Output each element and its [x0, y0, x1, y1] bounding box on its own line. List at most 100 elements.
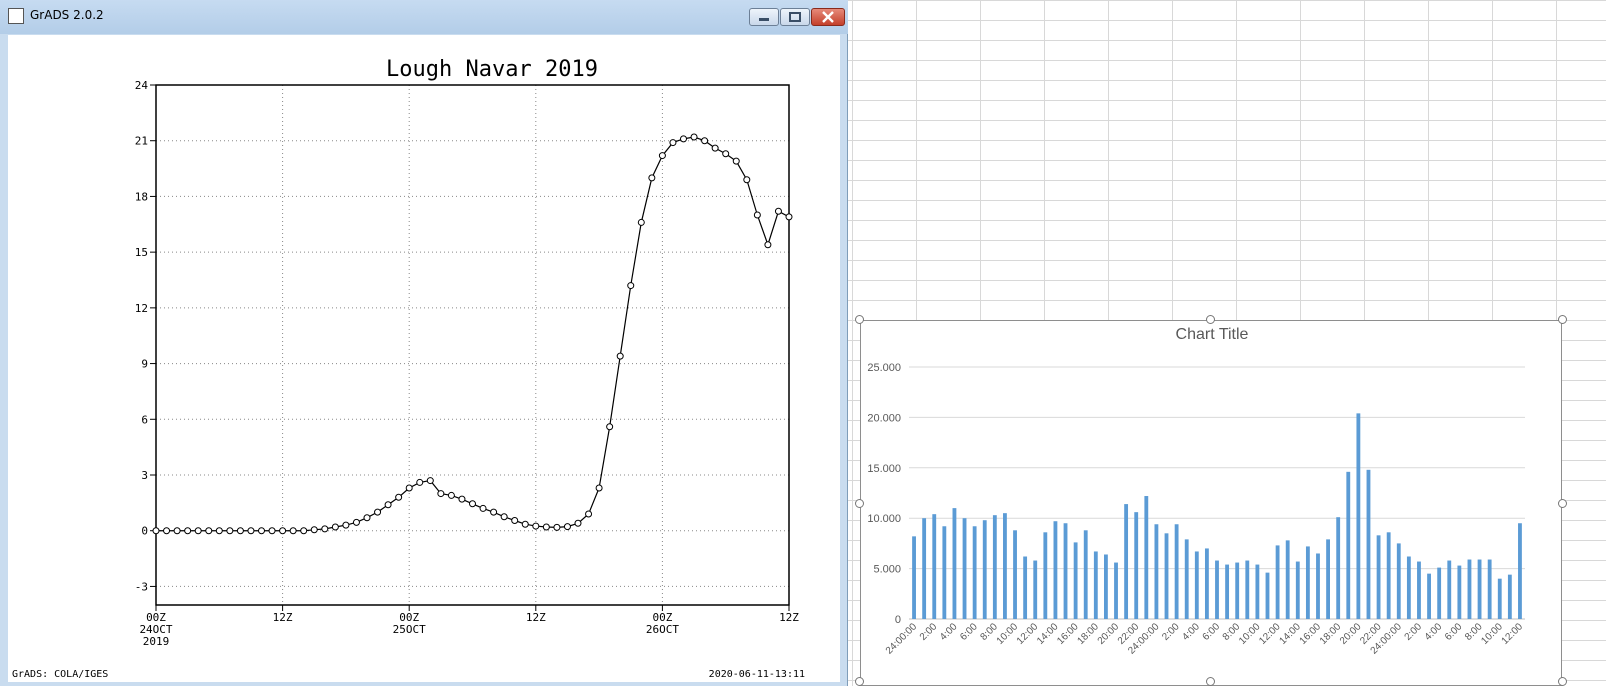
excel-bar	[1204, 548, 1209, 619]
excel-bar	[1245, 560, 1250, 619]
grads-data-point	[184, 527, 192, 535]
maximize-button[interactable]	[780, 8, 810, 26]
excel-x-tick-label: 18:00	[1075, 621, 1101, 647]
grads-data-point	[542, 523, 550, 531]
grads-data-point	[490, 508, 498, 516]
excel-bar	[1103, 554, 1108, 619]
grads-data-point	[669, 139, 677, 147]
grads-data-point	[648, 174, 656, 182]
excel-bar	[1154, 524, 1159, 619]
grads-data-point	[247, 527, 255, 535]
excel-x-tick-label: 2:00	[1403, 621, 1425, 643]
excel-x-tick-label: 14:00	[1035, 621, 1061, 647]
grads-title-bar[interactable]: GrADS 2.0.2	[0, 0, 848, 34]
excel-bar	[1114, 562, 1118, 619]
excel-bar	[942, 526, 947, 619]
grads-data-point	[690, 133, 698, 141]
excel-bar	[1396, 543, 1401, 619]
excel-x-tick-label: 12:00	[1015, 621, 1041, 647]
excel-bar	[1023, 556, 1028, 619]
grads-data-point	[194, 527, 202, 535]
grads-data-point	[236, 527, 244, 535]
excel-bar	[1093, 551, 1098, 619]
grads-data-point	[637, 218, 645, 226]
grads-data-point	[416, 478, 424, 486]
excel-x-tick-label: 4:00	[938, 621, 960, 643]
grads-line-chart: Lough Navar 2019 -30369121518212400Z24OC…	[12, 57, 805, 680]
excel-x-tick-label: 10:00	[995, 621, 1021, 647]
grads-x-tick-label: 12Z	[779, 611, 799, 624]
excel-bar	[1043, 532, 1048, 619]
excel-bar	[1477, 559, 1482, 619]
excel-bar	[972, 526, 977, 619]
excel-bar	[952, 508, 957, 619]
grads-data-point	[321, 525, 329, 533]
excel-y-tick-label: 5.000	[873, 564, 901, 576]
excel-x-tick-label: 6:00	[1443, 621, 1465, 643]
grads-footer-right: 2020-06-11-13:11	[709, 669, 805, 680]
grads-y-tick-label: 3	[141, 469, 148, 482]
excel-y-tick-label: 10.000	[867, 513, 901, 525]
excel-bar	[1406, 556, 1411, 619]
chart-resize-handle[interactable]	[1558, 677, 1567, 686]
grads-y-tick-label: -3	[135, 580, 148, 593]
excel-bar	[1164, 533, 1169, 619]
chart-resize-handle[interactable]	[855, 315, 864, 324]
excel-bar	[1356, 413, 1361, 619]
close-button[interactable]	[811, 8, 845, 26]
excel-x-tick-label: 6:00	[1201, 621, 1223, 643]
grads-y-tick-label: 21	[135, 135, 148, 148]
chart-resize-handle[interactable]	[1558, 315, 1567, 324]
excel-bar	[1073, 542, 1078, 619]
grads-data-point	[616, 352, 624, 360]
excel-bar	[1033, 560, 1038, 619]
excel-bar	[1437, 567, 1442, 619]
excel-bar	[1316, 553, 1320, 619]
excel-bar	[1487, 559, 1492, 619]
excel-bar	[982, 520, 987, 619]
chart-resize-handle[interactable]	[1206, 677, 1215, 686]
excel-bar	[1255, 564, 1260, 619]
grads-y-tick-label: 6	[141, 413, 148, 426]
excel-bar	[1376, 535, 1381, 619]
excel-x-tick-label: 24:00:00	[884, 621, 920, 657]
grads-data-point	[447, 491, 455, 499]
excel-bar	[1063, 523, 1068, 619]
excel-chart[interactable]: Chart Title 0 5.000 10.000 15.000 20.000 25.0…	[860, 320, 1562, 686]
excel-bar	[1326, 539, 1331, 619]
grads-data-point	[701, 137, 709, 145]
excel-x-tick-label: 16:00	[1055, 621, 1081, 647]
grads-y-tick-label: 24	[135, 79, 149, 92]
grads-data-point	[395, 493, 403, 501]
chart-resize-handle[interactable]	[1206, 315, 1215, 324]
grads-data-point	[511, 517, 519, 524]
excel-x-tick-label: 2:00	[918, 621, 940, 643]
grads-data-point	[658, 152, 666, 160]
grads-data-point	[479, 504, 487, 512]
chart-resize-handle[interactable]	[855, 677, 864, 686]
grads-data-point	[173, 527, 181, 535]
grads-data-point	[521, 520, 529, 528]
grads-data-point	[374, 508, 382, 516]
grads-data-point	[384, 501, 392, 509]
minimize-icon	[759, 18, 769, 21]
chart-resize-handle[interactable]	[1558, 499, 1567, 508]
grads-data-point	[152, 527, 160, 535]
excel-bar	[1134, 512, 1139, 619]
minimize-button[interactable]	[749, 8, 779, 26]
grads-data-point	[469, 500, 476, 508]
grads-data-point	[574, 519, 582, 527]
grads-data-point	[753, 211, 761, 219]
chart-resize-handle[interactable]	[855, 499, 864, 508]
excel-x-tick-label: 16:00	[1298, 621, 1324, 647]
grads-data-point	[279, 527, 287, 535]
excel-x-tick-label: 18:00	[1318, 621, 1344, 647]
grads-y-tick-label: 15	[135, 246, 148, 259]
grads-y-tick-label: 18	[135, 190, 148, 203]
excel-bar	[1336, 517, 1341, 619]
excel-bar	[1305, 546, 1310, 619]
excel-x-tick-label: 10:00	[1479, 621, 1505, 647]
excel-bar	[1518, 523, 1522, 619]
grads-data-point	[743, 176, 751, 184]
grads-data-point	[458, 495, 466, 503]
